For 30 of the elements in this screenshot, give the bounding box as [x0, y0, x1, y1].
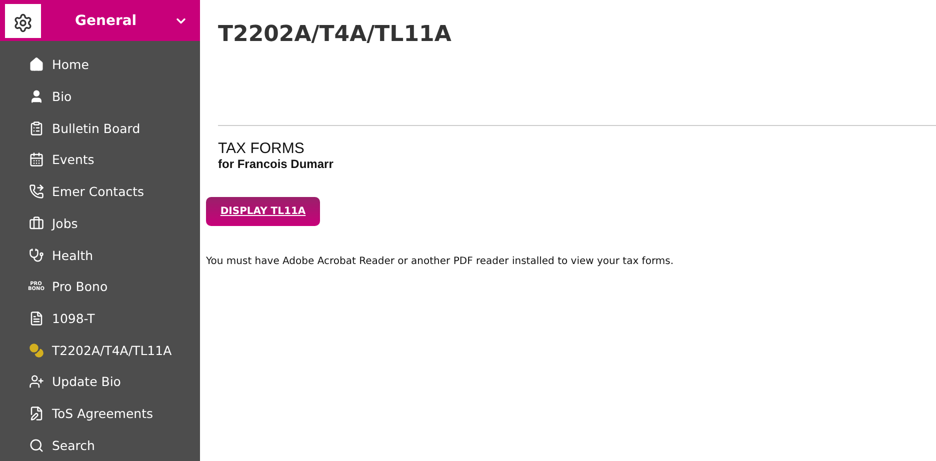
house-icon [28, 56, 44, 73]
document-icon [28, 310, 44, 326]
coin-icon [28, 342, 44, 358]
search-icon [28, 437, 44, 454]
nav-item[interactable]: Update Bio [0, 366, 200, 398]
calendar-icon [28, 152, 44, 168]
info-text: You must have Adobe Acrobat Reader or another PDF reader installed to view your tax forms. [206, 256, 675, 267]
section-title: General [75, 12, 138, 29]
nav-item[interactable]: Bulletin Board [0, 112, 200, 144]
briefcase-icon [28, 215, 44, 232]
nav-item[interactable]: T2202A/T4A/TL11A [0, 334, 200, 366]
form-edit-icon [28, 405, 44, 422]
nav-item[interactable]: Bio [0, 80, 200, 112]
person-plus-icon [28, 374, 44, 390]
nav-item[interactable]: Events [0, 144, 200, 176]
nav-item[interactable]: Search [0, 429, 200, 461]
section-heading: TAX FORMS [218, 140, 306, 157]
phone-icon [28, 184, 44, 200]
page-title: T2202A/T4A/TL11A [218, 22, 452, 47]
folder-gear-icon [5, 4, 41, 38]
nav-item[interactable]: ToS Agreements [0, 398, 200, 430]
nav-item[interactable]: Jobs [0, 208, 200, 240]
display-button[interactable]: DISPLAY TL11A [206, 197, 320, 226]
stethoscope-icon [28, 247, 44, 264]
clipboard-icon [28, 120, 44, 136]
nav-item[interactable]: Health [0, 239, 200, 271]
section-subtitle: for Francois Dumarr [218, 157, 334, 171]
nav-item[interactable]: Home [0, 49, 200, 81]
nav-item[interactable]: 1098-T [0, 302, 200, 334]
nav-item[interactable]: Emer Contacts [0, 176, 200, 208]
